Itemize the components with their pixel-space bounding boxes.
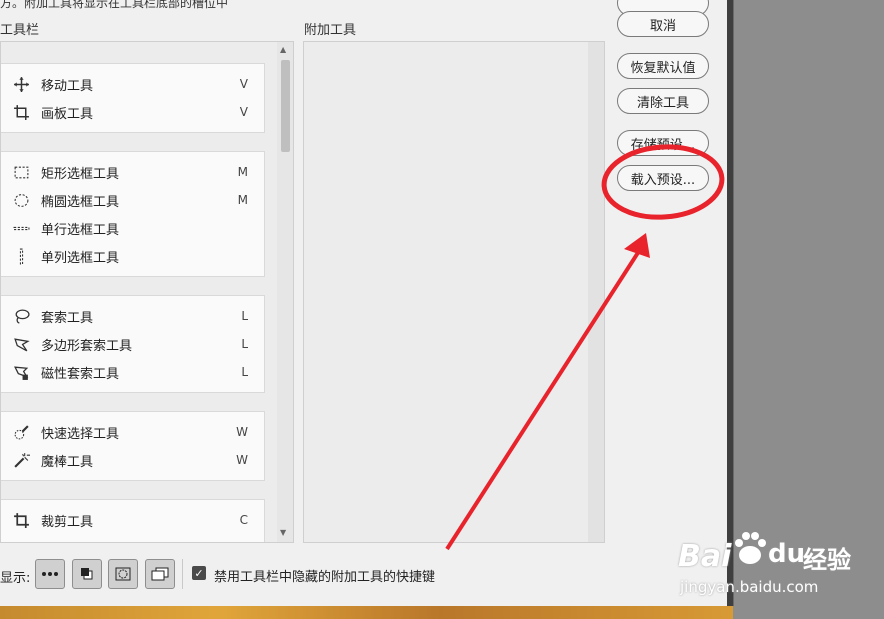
tool-group: 快速选择工具 W 魔棒工具 W: [1, 411, 265, 481]
quick-select-icon: [10, 423, 32, 441]
tool-shortcut: M: [237, 193, 248, 207]
toolbar-column-label: 工具栏: [0, 23, 40, 38]
toolbar-list[interactable]: 移动工具 V 画板工具 V 矩形选框工具 M 椭圆选框工具 M 单行选框工具 单列选框工具 套索工具…: [0, 41, 294, 543]
single-column-marquee-icon: [10, 247, 32, 265]
disable-shortcuts-label: 禁用工具栏中隐藏的附加工具的快捷键: [214, 570, 436, 585]
screen-mode-button[interactable]: [145, 559, 175, 589]
taskbar-strip: [0, 606, 733, 619]
disable-shortcuts-checkbox[interactable]: ✓: [192, 566, 206, 580]
scroll-up-arrow-icon[interactable]: ▲: [280, 45, 286, 54]
tool-group: 套索工具 L 多边形套索工具 L 磁性套索工具 L: [1, 295, 265, 393]
watermark-product: 经验: [803, 546, 851, 574]
screen-mode-icon: [151, 567, 169, 581]
tool-shortcut: L: [241, 337, 248, 351]
tool-item[interactable]: 椭圆选框工具 M: [1, 186, 264, 214]
more-options-button[interactable]: [35, 559, 65, 589]
magic-wand-icon: [10, 451, 32, 469]
tool-item[interactable]: 魔棒工具 W: [1, 446, 264, 474]
polygon-lasso-icon: [10, 335, 32, 353]
tool-item[interactable]: 单列选框工具: [1, 242, 264, 270]
bottom-bar: 显示: ✓ 禁用工具栏中隐藏的附加工具的快捷键: [0, 555, 727, 595]
tool-name: 移动工具: [41, 78, 94, 94]
extra-tools-scrollbar[interactable]: [588, 42, 604, 542]
tool-name: 单行选框工具: [41, 222, 120, 238]
watermark-brand: Bai: [678, 539, 732, 574]
toolbar-list-scrollbar[interactable]: ▲ ▼: [277, 42, 293, 542]
tool-item[interactable]: 套索工具 L: [1, 302, 264, 330]
watermark-brand-suffix: du: [768, 539, 806, 569]
single-row-marquee-icon: [10, 219, 32, 237]
dialog-right-edge: [727, 0, 733, 606]
tool-name: 多边形套索工具: [41, 338, 133, 354]
tool-name: 椭圆选框工具: [41, 194, 120, 210]
tool-name: 单列选框工具: [41, 250, 120, 266]
tool-item[interactable]: 透视裁剪工具 C: [1, 534, 264, 543]
tool-shortcut: M: [237, 165, 248, 179]
perspective-crop-icon: [10, 539, 32, 542]
scrollbar-thumb[interactable]: [281, 60, 290, 152]
tool-item[interactable]: 画板工具 V: [1, 98, 264, 126]
paw-logo-icon: [735, 532, 766, 564]
restore-defaults-button[interactable]: 恢复默认值: [617, 53, 709, 79]
magnetic-lasso-icon: [10, 363, 32, 381]
tool-name: 矩形选框工具: [41, 166, 120, 182]
tool-item[interactable]: 磁性套索工具 L: [1, 358, 264, 386]
bottom-separator: [182, 559, 183, 589]
tool-shortcut: V: [239, 105, 248, 119]
tool-name: 裁剪工具: [41, 514, 94, 530]
tool-item[interactable]: 多边形套索工具 L: [1, 330, 264, 358]
tool-shortcut: V: [239, 77, 248, 91]
fg-bg-color-icon: [81, 568, 93, 580]
move-icon: [10, 75, 32, 93]
extra-tools-list[interactable]: [303, 41, 605, 543]
lasso-icon: [10, 307, 32, 325]
tool-item[interactable]: 裁剪工具 C: [1, 506, 264, 534]
cancel-button[interactable]: 取消: [617, 11, 709, 37]
tool-group: 裁剪工具 C 透视裁剪工具 C: [1, 499, 265, 543]
tool-item[interactable]: 快速选择工具 W: [1, 418, 264, 446]
scroll-down-arrow-icon[interactable]: ▼: [280, 528, 286, 537]
tool-name: 画板工具: [41, 106, 94, 122]
ellipse-marquee-icon: [10, 191, 32, 209]
save-preset-button[interactable]: 存储预设...: [617, 130, 709, 156]
tool-name: 魔棒工具: [41, 454, 94, 470]
artboard-icon: [10, 103, 32, 121]
quick-mask-icon: [115, 567, 131, 581]
tool-shortcut: W: [236, 453, 248, 467]
clear-tools-button[interactable]: 清除工具: [617, 88, 709, 114]
tool-group: 矩形选框工具 M 椭圆选框工具 M 单行选框工具 单列选框工具: [1, 151, 265, 277]
baidu-jingyan-watermark: Bai du 经验 jingyan.baidu.com: [678, 523, 878, 603]
ellipsis-icon: [42, 572, 58, 576]
tool-shortcut: W: [236, 425, 248, 439]
rect-marquee-icon: [10, 163, 32, 181]
tool-name: 快速选择工具: [41, 426, 120, 442]
show-label: 显示:: [0, 571, 31, 586]
extra-tools-column-label: 附加工具: [304, 23, 357, 38]
tool-shortcut: L: [241, 309, 248, 323]
fg-bg-color-button[interactable]: [72, 559, 102, 589]
quick-mask-button[interactable]: [108, 559, 138, 589]
tool-shortcut: L: [241, 365, 248, 379]
load-preset-button[interactable]: 载入预设...: [617, 165, 709, 191]
tool-name: 透视裁剪工具: [41, 539, 119, 543]
customize-toolbar-dialog: 方。附加工具将显示在工具栏底部的槽位中 工具栏 附加工具 移动工具 V 画板工具 V 矩…: [0, 0, 734, 606]
watermark-url: jingyan.baidu.com: [680, 578, 819, 596]
crop-icon: [10, 511, 32, 529]
tool-shortcut: C: [240, 541, 248, 542]
tool-name: 磁性套索工具: [41, 366, 120, 382]
tool-item[interactable]: 单行选框工具: [1, 214, 264, 242]
tool-shortcut: C: [239, 513, 248, 527]
tool-item[interactable]: 矩形选框工具 M: [1, 158, 264, 186]
tool-name: 套索工具: [41, 310, 94, 326]
tool-item[interactable]: 移动工具 V: [1, 70, 264, 98]
tool-group: 移动工具 V 画板工具 V: [1, 63, 265, 133]
dialog-hint-text: 方。附加工具将显示在工具栏底部的槽位中: [0, 0, 229, 10]
